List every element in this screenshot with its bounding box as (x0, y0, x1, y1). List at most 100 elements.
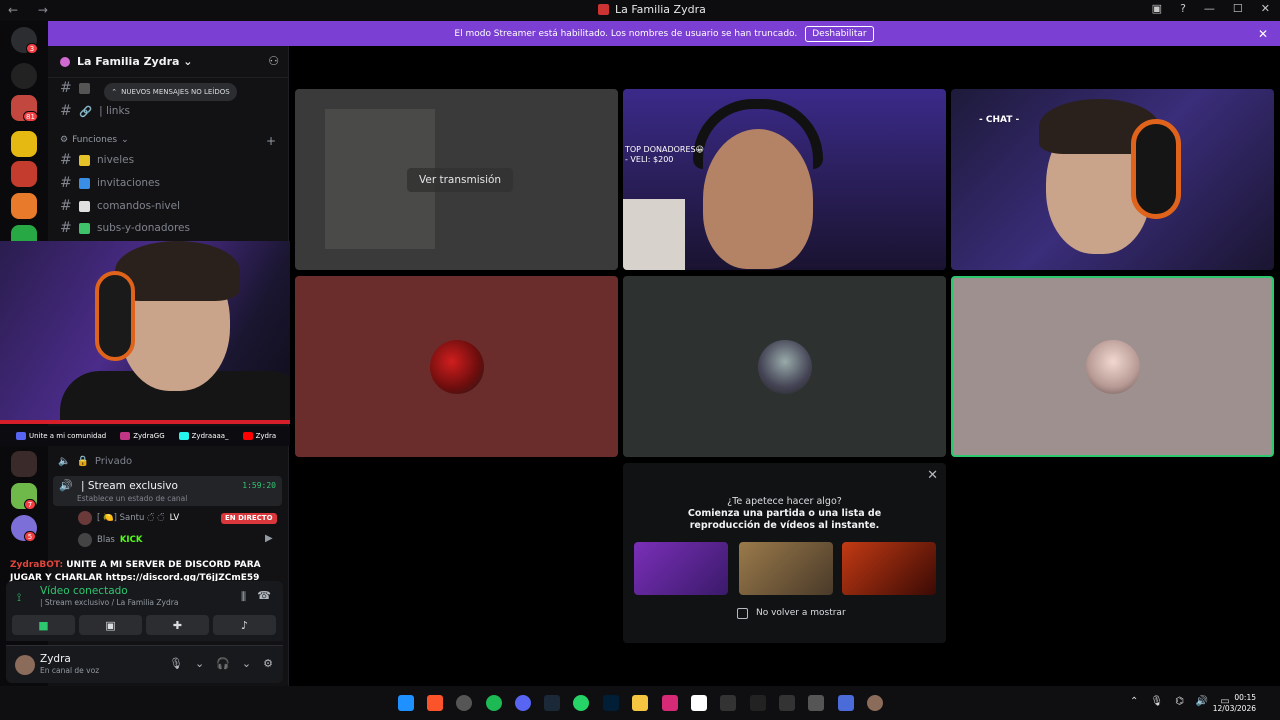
server-icon-antiplay[interactable] (11, 63, 37, 89)
app-icon[interactable] (456, 695, 472, 711)
user-tile-5[interactable] (623, 276, 946, 457)
channel-emoji-icon (79, 177, 90, 189)
capcut-icon[interactable] (779, 695, 795, 711)
app-icon[interactable] (808, 695, 824, 711)
chevron-down-icon[interactable]: ⌄ (242, 657, 251, 670)
avatar (78, 533, 92, 547)
disable-streamer-button[interactable]: Deshabilitar (805, 25, 874, 42)
chat-label: - CHAT - (979, 115, 1020, 125)
help-icon[interactable]: ? (1180, 2, 1186, 15)
server-icon-2[interactable]: 81 (11, 95, 38, 122)
chevron-down-icon[interactable]: ⌄ (195, 657, 204, 670)
activities-button[interactable]: ✚ (146, 615, 209, 635)
obs-icon[interactable] (750, 695, 766, 711)
close-icon[interactable]: ✕ (927, 468, 938, 483)
discord-icon[interactable] (515, 695, 531, 711)
mic-icon[interactable]: 🎙 (169, 657, 183, 670)
activity-scream[interactable] (842, 542, 936, 595)
view-stream-button[interactable]: Ver transmisión (407, 168, 514, 192)
voice-location[interactable]: | Stream exclusivo / La Familia Zydra (40, 598, 178, 607)
invite-icon[interactable]: ⚇ (268, 54, 279, 68)
server-icon-8[interactable]: 5 (11, 515, 37, 542)
taskbar: ⌃ 🎙 ⌬ 🔊 ▭ 00:15 12/03/2026 (0, 686, 1280, 720)
category-funciones[interactable]: ⚙ Funciones ⌄ (60, 135, 129, 145)
dont-show-checkbox[interactable] (737, 608, 748, 619)
voice-user[interactable]: [ 🍋] Santu ◌̈ ◌̈ LV (78, 511, 179, 525)
channel-status-input[interactable]: Establece un estado de canal (77, 494, 187, 503)
photoshop-icon[interactable] (603, 695, 619, 711)
new-messages-pill[interactable]: ⌃ NUEVOS MENSAJES NO LEÍDOS (104, 83, 237, 101)
voice-channel-privado[interactable]: 🔈 🔒 Privado (58, 456, 132, 467)
headphones-icon[interactable]: 🎧 (216, 657, 230, 670)
hash-icon: # (60, 152, 72, 168)
camera-button[interactable]: ■ (12, 615, 75, 635)
start-icon[interactable] (398, 695, 414, 711)
channel-item-niveles[interactable]: # niveles (60, 151, 134, 169)
inbox-icon[interactable]: ▣ (1152, 2, 1162, 15)
spotify-icon[interactable] (486, 695, 502, 711)
instagram-icon[interactable] (662, 695, 678, 711)
avatar[interactable] (15, 655, 35, 675)
user-controls: 🎙 ⌄ 🎧 ⌄ ⚙ (169, 657, 273, 670)
mention-badge: 5 (24, 531, 36, 542)
volume-icon[interactable]: 🔊 (1196, 696, 1208, 707)
channel-emoji-icon (79, 200, 90, 212)
minimize-button[interactable]: — (1204, 2, 1215, 15)
mic-icon[interactable]: 🎙 (1150, 696, 1163, 707)
server-icon-4[interactable] (11, 193, 37, 219)
maximize-button[interactable]: ☐ (1233, 2, 1243, 15)
close-icon[interactable]: ✕ (1258, 27, 1268, 41)
hash-icon: # (60, 103, 72, 119)
channel-item-invitaciones[interactable]: # invitaciones (60, 174, 160, 192)
stream-tile-3[interactable]: - CHAT - (951, 89, 1274, 270)
stream-tile-2[interactable]: TOP DONADORES😀 - VELI: $200 (623, 89, 946, 270)
soundboard-button[interactable]: ♪ (213, 615, 276, 635)
channel-item[interactable]: # (60, 79, 90, 97)
disconnect-icon[interactable]: ☎ (257, 589, 271, 602)
whatsapp-icon[interactable] (573, 695, 589, 711)
avatar (429, 339, 484, 394)
add-channel-icon[interactable]: + (266, 134, 276, 148)
avatar (1085, 339, 1140, 394)
notion-icon[interactable] (691, 695, 707, 711)
stream-tile-1[interactable]: Ver transmisión (295, 89, 618, 270)
user-status: En canal de voz (40, 666, 100, 675)
settings-gear-icon[interactable]: ⚙ (263, 657, 273, 670)
voice-status[interactable]: Vídeo conectado (40, 585, 128, 597)
channel-item-links[interactable]: # 🔗 | links (60, 102, 130, 120)
noise-suppression-icon[interactable]: ⫼ (241, 590, 246, 604)
folder-icon[interactable] (11, 131, 37, 157)
brave-icon[interactable] (427, 695, 443, 711)
app-icon[interactable] (838, 695, 854, 711)
server-icon-3[interactable] (11, 161, 37, 187)
user-tile-6-speaking[interactable] (951, 276, 1274, 457)
social-tiktok: Zydraaaa_ (178, 432, 229, 440)
folder-icon[interactable] (632, 695, 648, 711)
clock[interactable]: 00:15 12/03/2026 (1213, 692, 1256, 714)
mention-badge: 3 (26, 43, 38, 54)
signal-icon[interactable]: ⟟ (17, 591, 21, 605)
screen-share-button[interactable]: ▣ (79, 615, 142, 635)
guild-header[interactable]: La Familia Zydra ⌄ ⚇ (48, 46, 289, 78)
close-button[interactable]: ✕ (1261, 2, 1270, 15)
nav-arrows[interactable]: ← → (8, 3, 56, 17)
profile-icon[interactable] (867, 695, 883, 711)
gear-icon: ⚙ (60, 135, 69, 145)
server-icon-6[interactable] (11, 451, 37, 477)
avatar (757, 339, 812, 394)
server-icon-7[interactable]: 7 (11, 483, 37, 510)
discord-home-icon[interactable]: 3 (11, 27, 38, 54)
app-icon[interactable] (720, 695, 736, 711)
channel-item-subs-y-donadores[interactable]: # subs-y-donadores (60, 219, 190, 237)
user-tile-4[interactable] (295, 276, 618, 457)
instagram-icon (120, 432, 131, 440)
activity-valorant[interactable] (634, 542, 728, 595)
network-icon[interactable]: ⌬ (1175, 696, 1184, 707)
activity-2[interactable] (739, 542, 833, 595)
chevron-up-icon[interactable]: ⌃ (1130, 696, 1138, 707)
channel-item-comandos-nivel[interactable]: # comandos-nivel (60, 197, 180, 215)
chevron-down-icon: ⌄ (121, 135, 129, 145)
voice-user[interactable]: Blas KICK (78, 533, 142, 547)
voice-channel-stream-exclusivo[interactable]: 🔊 | Stream exclusivo 1:59:20 Establece u… (53, 476, 282, 506)
steam-icon[interactable] (544, 695, 560, 711)
